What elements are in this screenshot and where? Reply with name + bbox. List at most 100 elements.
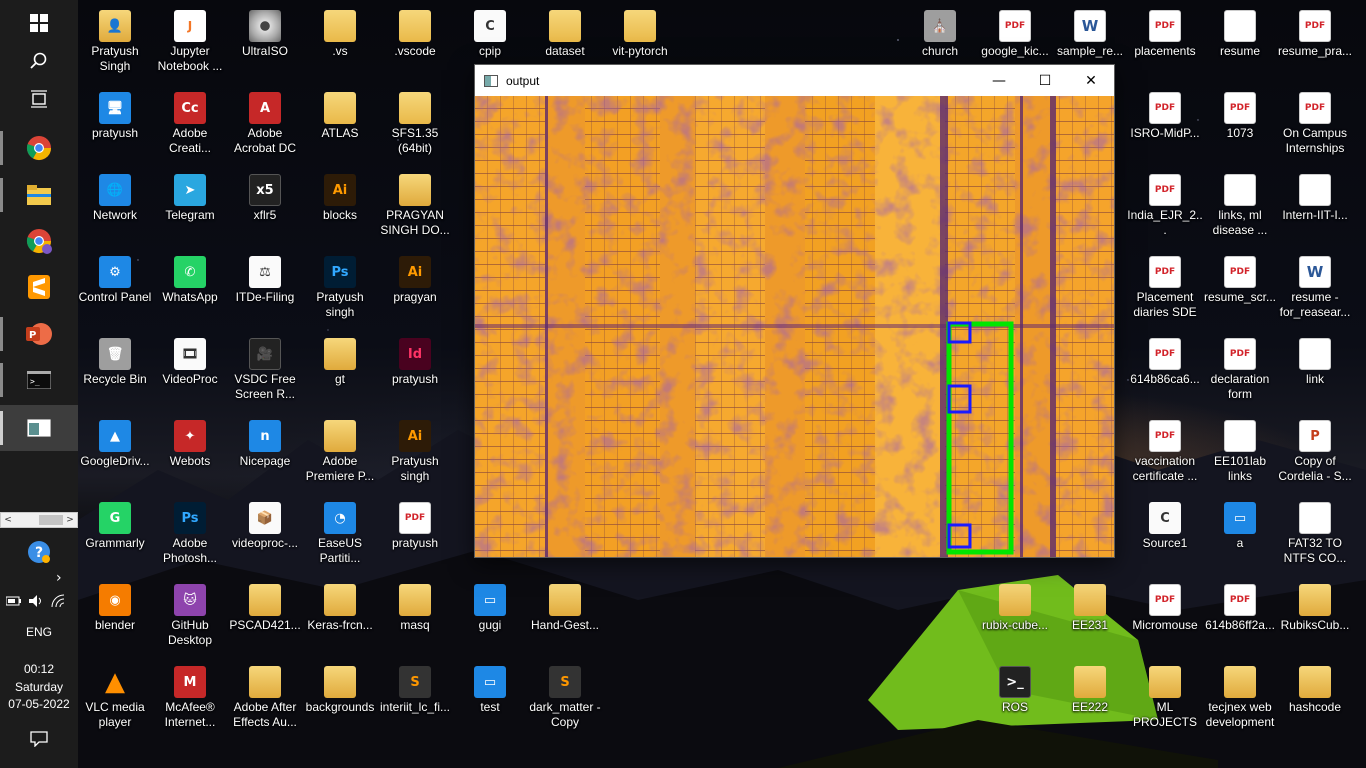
- desktop-icon[interactable]: ML PROJECTS: [1127, 660, 1203, 738]
- desktop-icon[interactable]: gt: [302, 332, 378, 410]
- desktop-icon[interactable]: A Adobe Acrobat DC: [227, 86, 303, 164]
- taskbar-chrome-profile[interactable]: [0, 218, 78, 264]
- desktop-icon[interactable]: Ai blocks: [302, 168, 378, 246]
- desktop-icon[interactable]: ◉ blender: [77, 578, 153, 656]
- desktop-icon[interactable]: ◔ EaseUS Partiti...: [302, 496, 378, 574]
- taskbar-terminal[interactable]: >_: [0, 357, 78, 403]
- desktop-icon[interactable]: Ai Pratyush singh: [377, 414, 453, 492]
- desktop-icon[interactable]: 🎞 VideoProc: [152, 332, 228, 410]
- desktop-icon[interactable]: G Grammarly: [77, 496, 153, 574]
- desktop-icon[interactable]: .vs: [302, 4, 378, 82]
- volume-icon[interactable]: [28, 594, 44, 608]
- desktop-icon[interactable]: Sdark_matter - Copy: [527, 660, 603, 738]
- desktop-icon[interactable]: C Source1: [1127, 496, 1203, 574]
- desktop-icon[interactable]: PDF declaration form: [1202, 332, 1278, 410]
- desktop-icon[interactable]: backgrounds: [302, 660, 378, 738]
- desktop-icon[interactable]: Cc Adobe Creati...: [152, 86, 228, 164]
- desktop-icon[interactable]: Ai pragyan: [377, 250, 453, 328]
- desktop-icon[interactable]: ✆ WhatsApp: [152, 250, 228, 328]
- desktop-icon[interactable]: PSCAD421...: [227, 578, 303, 656]
- taskbar-powerpoint[interactable]: P: [0, 311, 78, 357]
- desktop-icon[interactable]: ▭ a: [1202, 496, 1278, 574]
- desktop-icon[interactable]: RubiksCub...: [1277, 578, 1353, 656]
- desktop-icon[interactable]: EE222: [1052, 660, 1128, 738]
- desktop-icon[interactable]: 🖥 pratyush: [77, 86, 153, 164]
- desktop-icon[interactable]: ▲ VLC media player: [77, 660, 153, 738]
- desktop-icon[interactable]: ▭ gugi: [452, 578, 528, 656]
- desktop-icon[interactable]: Ps Adobe Photosh...: [152, 496, 228, 574]
- desktop-icon[interactable]: Sinteriit_lc_fi...: [377, 660, 453, 738]
- clock-day[interactable]: Saturday: [0, 680, 78, 694]
- wifi-icon[interactable]: [50, 594, 66, 608]
- desktop-icon[interactable]: ⚙ Control Panel: [77, 250, 153, 328]
- taskbar-output-window[interactable]: [0, 405, 78, 451]
- desktop-icon[interactable]: PDF On Campus Internships: [1277, 86, 1353, 164]
- desktop-icon[interactable]: ≡ EE101lab links: [1202, 414, 1278, 492]
- desktop-icon[interactable]: n Nicepage: [227, 414, 303, 492]
- desktop-icon[interactable]: Keras-frcn...: [302, 578, 378, 656]
- clock-date[interactable]: 07-05-2022: [0, 697, 78, 711]
- desktop-icon[interactable]: PDF vaccination certificate ...: [1127, 414, 1203, 492]
- desktop-icon[interactable]: 📦 videoproc-...: [227, 496, 303, 574]
- desktop-icon[interactable]: PDF 614b86ff2a...: [1202, 578, 1278, 656]
- desktop-icon[interactable]: 🎥 VSDC Free Screen R...: [227, 332, 303, 410]
- desktop-icon[interactable]: ▲ GoogleDriv...: [77, 414, 153, 492]
- desktop-icon[interactable]: 🌐 Network: [77, 168, 153, 246]
- desktop-icon[interactable]: ≡ links, ml disease ...: [1202, 168, 1278, 246]
- desktop-icon[interactable]: EE231: [1052, 578, 1128, 656]
- desktop-icon[interactable]: M McAfee® Internet...: [152, 660, 228, 738]
- desktop-icon[interactable]: PDF resume_scr...: [1202, 250, 1278, 328]
- taskbar-file-explorer[interactable]: [0, 172, 78, 218]
- language-indicator[interactable]: ENG: [0, 625, 78, 639]
- battery-icon[interactable]: [6, 595, 22, 607]
- desktop-icon[interactable]: PDF India_EJR_2...: [1127, 168, 1203, 246]
- desktop-icon[interactable]: PDF placements: [1127, 4, 1203, 82]
- clock-time[interactable]: 00:12: [0, 662, 78, 676]
- desktop-icon[interactable]: ▭ test: [452, 660, 528, 738]
- desktop-icon[interactable]: ➤ Telegram: [152, 168, 228, 246]
- desktop-icon[interactable]: tecjnex web development: [1202, 660, 1278, 738]
- scroll-thumb[interactable]: [39, 515, 63, 525]
- desktop-icon[interactable]: PDF 1073: [1202, 86, 1278, 164]
- desktop-icon[interactable]: Id pratyush: [377, 332, 453, 410]
- desktop-icon[interactable]: PDF Micromouse: [1127, 578, 1203, 656]
- scroll-right-icon[interactable]: >: [63, 515, 77, 525]
- desktop-icon[interactable]: 🗑 Recycle Bin: [77, 332, 153, 410]
- desktop-icon[interactable]: x5 xflr5: [227, 168, 303, 246]
- desktop-icon[interactable]: 🐱 GitHub Desktop: [152, 578, 228, 656]
- desktop-icon[interactable]: Adobe After Effects Au...: [227, 660, 303, 738]
- desktop-icon[interactable]: PRAGYAN SINGH DO...: [377, 168, 453, 246]
- desktop-icon[interactable]: ✦ Webots: [152, 414, 228, 492]
- taskbar-chrome[interactable]: [0, 125, 78, 171]
- desktop-icon[interactable]: Wresume - for_reasear...: [1277, 250, 1353, 328]
- taskbar-sublime[interactable]: [0, 264, 78, 310]
- desktop-icon[interactable]: ⚖ ITDe-Filing: [227, 250, 303, 328]
- desktop-icon[interactable]: masq: [377, 578, 453, 656]
- desktop-icon[interactable]: rubix-cube...: [977, 578, 1053, 656]
- desktop-icon[interactable]: 👤 Pratyush Singh: [77, 4, 153, 82]
- desktop-icon[interactable]: ATLAS: [302, 86, 378, 164]
- desktop-icon[interactable]: .vscode: [377, 4, 453, 82]
- desktop-icon[interactable]: PDF 614b86ca6...: [1127, 332, 1203, 410]
- taskbar-scrollbar[interactable]: < >: [0, 512, 78, 528]
- desktop-icon[interactable]: FAT32 TO NTFS CO...: [1277, 496, 1353, 574]
- desktop-icon[interactable]: J Jupyter Notebook ...: [152, 4, 228, 82]
- window-titlebar[interactable]: output — ☐ ✕: [475, 65, 1114, 96]
- minimize-button[interactable]: —: [976, 65, 1022, 96]
- task-view-button[interactable]: [0, 76, 78, 122]
- desktop-icon[interactable]: PDF ISRO-MidP...: [1127, 86, 1203, 164]
- desktop-icon[interactable]: hashcode: [1277, 660, 1353, 738]
- desktop-icon[interactable]: UltraISO: [227, 4, 303, 82]
- desktop-icon[interactable]: PDF Placement diaries SDE: [1127, 250, 1203, 328]
- action-center-button[interactable]: [0, 716, 78, 762]
- output-window[interactable]: output — ☐ ✕: [474, 64, 1115, 558]
- desktop-icon[interactable]: SFS1.35 (64bit): [377, 86, 453, 164]
- desktop-icon[interactable]: Hand-Gest...: [527, 578, 603, 656]
- desktop-icon[interactable]: Ps Pratyush singh: [302, 250, 378, 328]
- desktop-icon[interactable]: ≡ resume: [1202, 4, 1278, 82]
- desktop-icon[interactable]: Intern-IIT-I...: [1277, 168, 1353, 246]
- desktop-icon[interactable]: P Copy of Cordelia - S...: [1277, 414, 1353, 492]
- maximize-button[interactable]: ☐: [1022, 65, 1068, 96]
- close-button[interactable]: ✕: [1068, 65, 1114, 96]
- desktop-icon[interactable]: Adobe Premiere P...: [302, 414, 378, 492]
